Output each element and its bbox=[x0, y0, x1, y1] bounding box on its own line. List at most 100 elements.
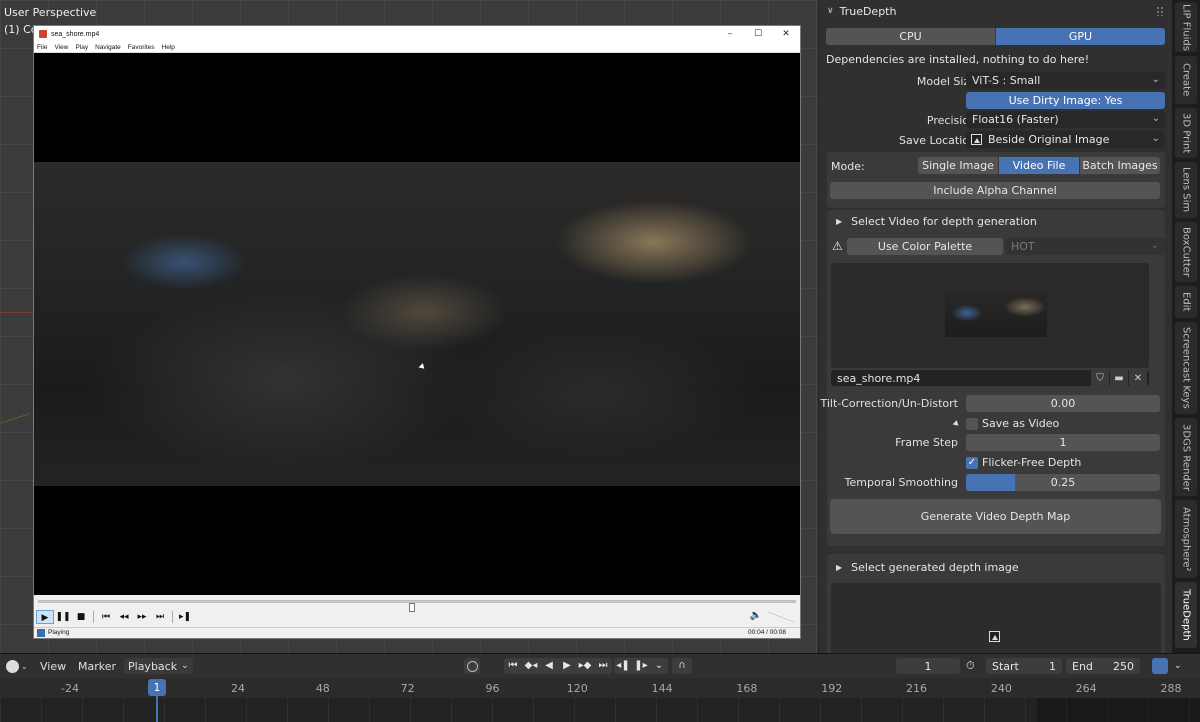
pause-button[interactable]: ❚❚ bbox=[54, 610, 72, 624]
generate-video-depth-map-button[interactable]: Generate Video Depth Map bbox=[830, 499, 1161, 534]
next-keyframe-button[interactable]: ▸◆ bbox=[576, 658, 594, 674]
checkbox-box[interactable] bbox=[966, 417, 978, 430]
rewind-button[interactable]: ◂◂ bbox=[115, 610, 133, 624]
flicker-free-depth-checkbox[interactable]: ✓ Flicker-Free Depth bbox=[966, 456, 1081, 469]
ruler-tick-label: 288 bbox=[1160, 682, 1182, 695]
snap-icon[interactable]: ∩ bbox=[672, 658, 692, 674]
device-selector: CPU GPU bbox=[826, 28, 1165, 45]
include-alpha-channel-button[interactable]: Include Alpha Channel bbox=[830, 182, 1160, 199]
menu-play[interactable]: Play bbox=[75, 44, 88, 51]
ruler-tick-label: 168 bbox=[736, 682, 758, 695]
tab-lens-sim[interactable]: Lens Sim bbox=[1175, 162, 1197, 218]
depth-section-title: Select generated depth image bbox=[851, 561, 1019, 574]
chevron-down-icon[interactable]: ∨ bbox=[827, 6, 834, 16]
start-frame-field[interactable]: Start 1 bbox=[986, 658, 1062, 674]
play-button[interactable]: ▶ bbox=[36, 610, 54, 624]
start-label: Start bbox=[992, 659, 1019, 673]
chevron-down-icon[interactable]: ⌄ bbox=[650, 658, 668, 674]
tab-create[interactable]: Create bbox=[1175, 56, 1197, 104]
precision-dropdown[interactable]: Float16 (Faster) ⌄ bbox=[966, 111, 1165, 128]
video-preview[interactable] bbox=[831, 263, 1149, 368]
mode-option-single-image[interactable]: Single Image bbox=[918, 157, 999, 174]
use-dirty-image-button[interactable]: Use Dirty Image: Yes bbox=[966, 92, 1165, 109]
tilt-correction-field[interactable]: 0.00 bbox=[966, 395, 1160, 412]
temporal-smoothing-value: 0.25 bbox=[1050, 476, 1076, 489]
prev-key-button[interactable]: ◂❚ bbox=[614, 658, 632, 674]
menu-favorites[interactable]: Favorites bbox=[128, 44, 155, 51]
timeline-menu-playback[interactable]: Playback ⌄ bbox=[124, 658, 193, 674]
tab-truedepth[interactable]: TrueDepth bbox=[1175, 582, 1197, 648]
volume-slider[interactable] bbox=[768, 612, 794, 622]
tab-screencast-keys[interactable]: Screencast Keys bbox=[1175, 322, 1197, 414]
next-key-button[interactable]: ❚▸ bbox=[632, 658, 650, 674]
image-icon bbox=[971, 134, 982, 145]
maximize-button[interactable]: ☐ bbox=[744, 26, 772, 42]
tab-atmosphere[interactable]: Atmosphere² bbox=[1175, 500, 1197, 578]
jump-end-button[interactable]: ⏭ bbox=[594, 658, 612, 674]
editor-type-selector[interactable]: ⌄ bbox=[6, 658, 28, 674]
fast-forward-button[interactable]: ▸▸ bbox=[133, 610, 151, 624]
close-window-button[interactable]: ✕ bbox=[772, 26, 800, 42]
chevron-down-icon: ⌄ bbox=[21, 661, 28, 671]
volume-icon[interactable]: 🔈 bbox=[750, 610, 762, 621]
timeline-menu-view[interactable]: View bbox=[40, 658, 66, 674]
use-color-palette-button[interactable]: Use Color Palette bbox=[847, 238, 1003, 255]
previous-button[interactable]: ⏮ bbox=[97, 610, 115, 624]
menu-file[interactable]: File bbox=[37, 44, 47, 51]
playhead[interactable]: 1 bbox=[148, 679, 166, 696]
media-player-window[interactable]: sea_shore.mp4 – ☐ ✕ File View Play Navig… bbox=[33, 25, 801, 639]
step-frame-button[interactable]: ▸❚ bbox=[176, 610, 194, 624]
tab-3d-print[interactable]: 3D Print bbox=[1175, 108, 1197, 158]
device-option-gpu[interactable]: GPU bbox=[996, 28, 1165, 45]
player-titlebar[interactable]: sea_shore.mp4 – ☐ ✕ bbox=[34, 26, 800, 42]
folder-icon[interactable]: ▬ bbox=[1110, 370, 1128, 386]
menu-navigate[interactable]: Navigate bbox=[95, 44, 121, 51]
tab-edit[interactable]: Edit bbox=[1175, 286, 1197, 318]
temporal-smoothing-slider[interactable]: 0.25 bbox=[966, 474, 1160, 491]
video-display[interactable] bbox=[34, 54, 800, 595]
panel-header[interactable]: ∨ TrueDepth bbox=[819, 0, 1172, 22]
mode-option-video-file[interactable]: Video File bbox=[999, 157, 1080, 174]
shield-icon[interactable]: ⛉ bbox=[1091, 370, 1109, 386]
tab-boxcutter[interactable]: BoxCutter bbox=[1175, 222, 1197, 282]
depth-image-preview[interactable] bbox=[831, 583, 1161, 653]
minimize-button[interactable]: – bbox=[716, 26, 744, 42]
checkmark-icon[interactable]: ✓ bbox=[966, 456, 978, 469]
jump-start-button[interactable]: ⏮ bbox=[504, 658, 522, 674]
next-button[interactable]: ⏭ bbox=[151, 610, 169, 624]
ruler-tick-label: 264 bbox=[1075, 682, 1097, 695]
video-file-field[interactable]: sea_shore.mp4 ⛉ ▬ ✕ bbox=[831, 370, 1149, 386]
depth-section-header[interactable]: ▶ Select generated depth image bbox=[836, 561, 1019, 574]
seek-bar[interactable] bbox=[38, 600, 796, 612]
palette-dropdown[interactable]: HOT ⌄ bbox=[1005, 238, 1165, 255]
end-frame-field[interactable]: End 250 bbox=[1066, 658, 1140, 674]
seek-thumb[interactable] bbox=[409, 603, 416, 612]
save-as-video-checkbox[interactable]: Save as Video bbox=[966, 417, 1059, 430]
frame-ruler[interactable]: -24 24 48 72 96 120 144 168 192 216 240 264 288 bbox=[0, 678, 1200, 698]
video-section-header[interactable]: ▶ Select Video for depth generation bbox=[836, 215, 1037, 228]
record-button[interactable] bbox=[464, 658, 480, 674]
tab-lip-fluids[interactable]: LIP Fluids bbox=[1175, 2, 1197, 52]
current-frame-field[interactable]: 1 bbox=[896, 658, 960, 674]
model-size-dropdown[interactable]: ViT-S : Small ⌄ bbox=[966, 72, 1165, 89]
tab-3dgs-render[interactable]: 3DGS Render bbox=[1175, 418, 1197, 496]
drag-handle-icon[interactable] bbox=[1156, 6, 1164, 16]
timeline-menu-marker[interactable]: Marker bbox=[78, 658, 116, 674]
device-option-cpu[interactable]: CPU bbox=[826, 28, 996, 45]
stopwatch-icon[interactable]: ⏱ bbox=[966, 658, 975, 674]
overlay-toggle-icon[interactable]: ⌄ bbox=[1152, 658, 1182, 674]
save-location-dropdown[interactable]: Beside Original Image ⌄ bbox=[966, 131, 1165, 148]
expand-triangle-icon: ▶ bbox=[836, 217, 843, 226]
stop-button[interactable]: ■ bbox=[72, 610, 90, 624]
frame-step-field[interactable]: 1 bbox=[966, 434, 1160, 451]
timeline-track-area[interactable] bbox=[0, 698, 1200, 722]
play-reverse-button[interactable]: ◀ bbox=[540, 658, 558, 674]
mode-option-batch-images[interactable]: Batch Images bbox=[1080, 157, 1160, 174]
video-section-title: Select Video for depth generation bbox=[851, 215, 1037, 228]
play-button[interactable]: ▶ bbox=[558, 658, 576, 674]
close-icon[interactable]: ✕ bbox=[1129, 370, 1147, 386]
3d-viewport[interactable]: User Perspective (1) Co sea_shore.mp4 – … bbox=[0, 0, 818, 653]
prev-keyframe-button[interactable]: ◆◂ bbox=[522, 658, 540, 674]
menu-help[interactable]: Help bbox=[162, 44, 175, 51]
menu-view[interactable]: View bbox=[54, 44, 68, 51]
